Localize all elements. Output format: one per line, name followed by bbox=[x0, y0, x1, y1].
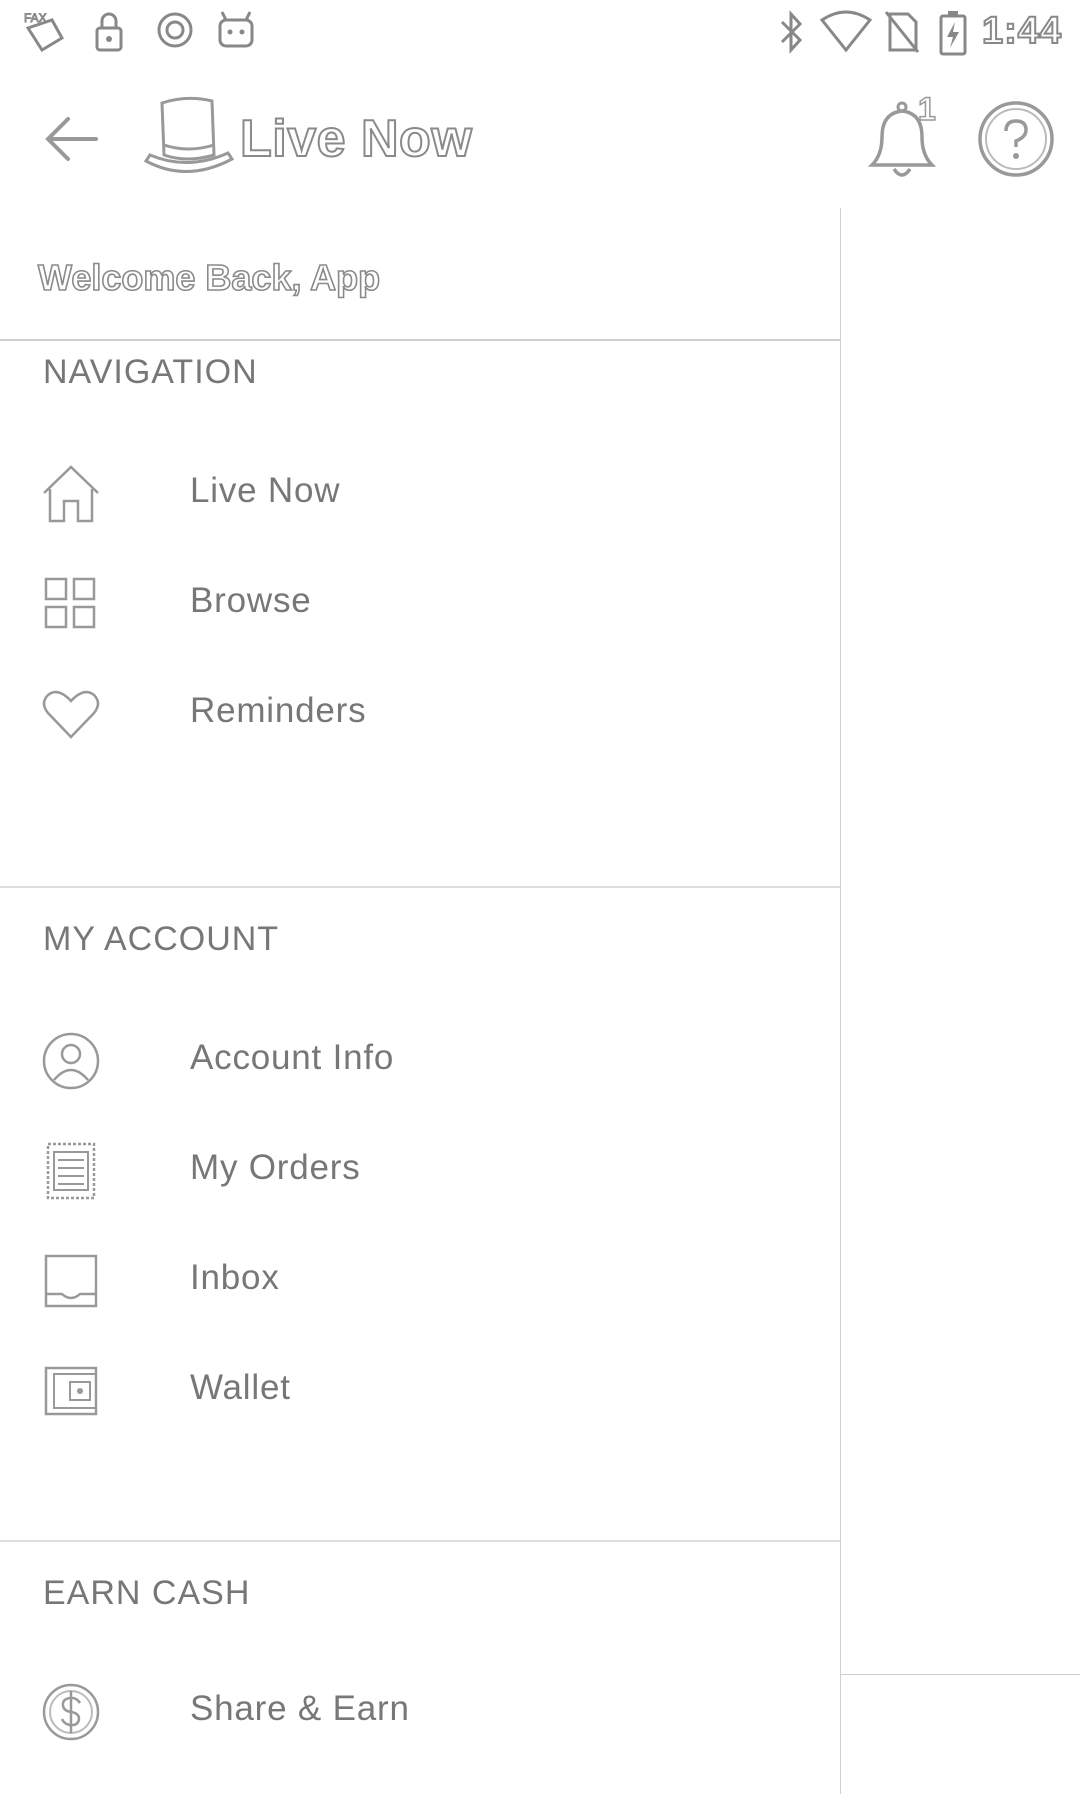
drawer-item-share-earn[interactable]: Share & Earn bbox=[0, 1656, 840, 1766]
status-bar: FAX 1:44 bbox=[0, 0, 1080, 64]
drawer-item-live-now[interactable]: Live Now bbox=[0, 438, 840, 548]
back-arrow-icon[interactable] bbox=[36, 103, 108, 175]
app-bar: Live Now 1 bbox=[0, 63, 1080, 213]
drawer-item-label: Live Now bbox=[190, 471, 341, 510]
section-header-navigation: NAVIGATION bbox=[43, 353, 258, 391]
grid-icon bbox=[44, 577, 96, 629]
dollar-coin-icon bbox=[42, 1683, 100, 1741]
drawer-item-inbox[interactable]: Inbox bbox=[0, 1225, 840, 1335]
wifi-icon bbox=[819, 10, 873, 53]
bluetooth-icon bbox=[780, 10, 803, 54]
drawer-item-label: Reminders bbox=[190, 691, 367, 730]
notifications-button[interactable]: 1 bbox=[856, 90, 952, 189]
drawer-item-account-info[interactable]: Account Info bbox=[0, 1005, 840, 1115]
drawer-item-wallet[interactable]: Wallet bbox=[0, 1335, 840, 1445]
receipt-icon bbox=[46, 1142, 96, 1200]
welcome-text: Welcome Back, App bbox=[37, 256, 381, 299]
content-card bbox=[840, 208, 1080, 1675]
drawer-item-browse[interactable]: Browse bbox=[0, 548, 840, 658]
fax-icon: FAX bbox=[24, 11, 65, 53]
drawer-item-label: Share & Earn bbox=[190, 1689, 410, 1728]
battery-charging-icon bbox=[939, 11, 967, 56]
main-content-pane bbox=[840, 208, 1080, 1794]
section-divider bbox=[0, 886, 840, 888]
help-icon[interactable] bbox=[976, 99, 1056, 179]
drawer-item-label: Wallet bbox=[190, 1368, 291, 1407]
drawer-item-reminders[interactable]: Reminders bbox=[0, 658, 840, 768]
notification-badge: 1 bbox=[917, 90, 936, 128]
drawer-item-label: My Orders bbox=[190, 1148, 361, 1187]
app-title: Live Now bbox=[239, 109, 473, 169]
section-header-my-account: MY ACCOUNT bbox=[43, 920, 280, 958]
user-circle-icon bbox=[42, 1032, 100, 1090]
wallet-icon bbox=[44, 1366, 98, 1416]
drawer-item-my-orders[interactable]: My Orders bbox=[0, 1115, 840, 1225]
status-time: 1:44 bbox=[981, 9, 1062, 53]
no-sim-icon bbox=[884, 11, 920, 53]
circle-status-icon bbox=[157, 12, 193, 48]
section-divider bbox=[0, 1540, 840, 1542]
lock-icon bbox=[95, 12, 123, 52]
drawer-item-label: Browse bbox=[190, 581, 312, 620]
android-icon bbox=[218, 11, 254, 48]
drawer-item-label: Inbox bbox=[190, 1258, 280, 1297]
welcome-header: Welcome Back, App bbox=[0, 213, 840, 341]
home-icon bbox=[43, 465, 99, 523]
content-card bbox=[840, 1674, 1080, 1794]
bell-icon bbox=[867, 101, 937, 177]
drawer-item-label: Account Info bbox=[190, 1038, 395, 1077]
section-header-earn-cash: EARN CASH bbox=[43, 1574, 251, 1612]
heart-icon bbox=[42, 690, 100, 739]
inbox-icon bbox=[44, 1254, 98, 1308]
top-hat-logo bbox=[143, 96, 235, 173]
navigation-drawer: Welcome Back, App NAVIGATION Live Now Br… bbox=[0, 213, 840, 1794]
